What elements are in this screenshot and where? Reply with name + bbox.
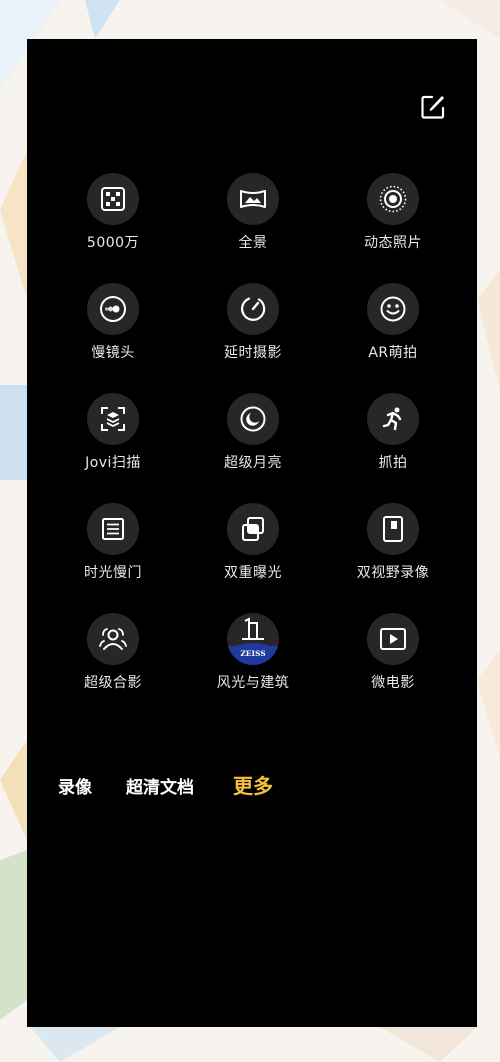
smile-icon xyxy=(380,296,406,322)
running-icon xyxy=(382,407,402,431)
double-exposure-icon xyxy=(242,517,264,541)
mode-group-photo-button[interactable] xyxy=(87,613,139,665)
mode-landscape-architecture-button[interactable]: ZEISS xyxy=(227,613,279,665)
mode-snapshot[interactable]: 抓拍 xyxy=(323,393,463,472)
tab-more[interactable]: 更多 xyxy=(233,770,273,799)
slow-motion-icon xyxy=(100,296,126,322)
tab-video[interactable]: 录像 xyxy=(58,773,92,798)
moon-icon xyxy=(240,406,266,432)
mode-snapshot-button[interactable] xyxy=(367,393,419,445)
mode-light-shutter-button[interactable] xyxy=(87,503,139,555)
mode-live-photo-button[interactable] xyxy=(367,173,419,225)
mode-super-moon-button[interactable] xyxy=(227,393,279,445)
edit-icon xyxy=(421,95,445,119)
mode-label: 超级月亮 xyxy=(224,455,282,471)
mode-dual-view-button[interactable] xyxy=(367,503,419,555)
mode-jovi-scan-button[interactable] xyxy=(87,393,139,445)
mode-panorama[interactable]: 全景 xyxy=(183,173,323,252)
mode-double-exposure[interactable]: 双重曝光 xyxy=(183,503,323,582)
mode-label: 双视野录像 xyxy=(356,565,430,581)
mode-label: 抓拍 xyxy=(378,455,408,471)
group-icon xyxy=(99,628,127,650)
mode-double-exposure-button[interactable] xyxy=(227,503,279,555)
panorama-icon xyxy=(240,190,266,208)
zeiss-building-icon: ZEISS xyxy=(227,617,279,665)
mode-ar-cute-button[interactable] xyxy=(367,283,419,335)
mode-label: 延时摄影 xyxy=(224,345,282,361)
mode-slow-motion[interactable]: 慢镜头 xyxy=(43,283,183,362)
play-icon xyxy=(380,628,406,650)
mode-label: 慢镜头 xyxy=(91,345,135,361)
mode-label: AR萌拍 xyxy=(368,345,418,361)
camera-more-modes-panel: 5000万 全景 动态照片 慢镜头 延时摄影 AR萌拍 Jovi扫描 超级月亮 … xyxy=(27,39,477,1027)
mode-50mp[interactable]: 5000万 xyxy=(43,173,183,252)
mode-jovi-scan[interactable]: Jovi扫描 xyxy=(43,393,183,472)
mode-micro-film-button[interactable] xyxy=(367,613,419,665)
mode-slow-motion-button[interactable] xyxy=(87,283,139,335)
mode-light-shutter[interactable]: 时光慢门 xyxy=(43,503,183,582)
edit-button[interactable] xyxy=(419,93,447,121)
mode-dual-view[interactable]: 双视野录像 xyxy=(323,503,463,582)
mode-label: 微电影 xyxy=(371,675,415,691)
scan-icon xyxy=(101,407,125,431)
mode-label: 风光与建筑 xyxy=(216,675,290,691)
mode-group-photo[interactable]: 超级合影 xyxy=(43,613,183,692)
mode-timelapse-button[interactable] xyxy=(227,283,279,335)
dice-icon xyxy=(101,187,125,211)
mode-live-photo[interactable]: 动态照片 xyxy=(323,173,463,252)
mode-ar-cute[interactable]: AR萌拍 xyxy=(323,283,463,362)
shutter-icon xyxy=(102,518,124,540)
zeiss-badge-text: ZEISS xyxy=(240,649,265,658)
mode-timelapse[interactable]: 延时摄影 xyxy=(183,283,323,362)
mode-label: 全景 xyxy=(238,235,268,251)
mode-label: 动态照片 xyxy=(364,235,422,251)
mode-label: 时光慢门 xyxy=(84,565,142,581)
mode-50mp-button[interactable] xyxy=(87,173,139,225)
mode-panorama-button[interactable] xyxy=(227,173,279,225)
mode-label: Jovi扫描 xyxy=(85,455,141,471)
timelapse-icon xyxy=(241,297,266,321)
mode-landscape-architecture[interactable]: ZEISS 风光与建筑 xyxy=(183,613,323,692)
mode-super-moon[interactable]: 超级月亮 xyxy=(183,393,323,472)
mode-micro-film[interactable]: 微电影 xyxy=(323,613,463,692)
live-photo-icon xyxy=(379,185,407,213)
tab-hd-document[interactable]: 超清文档 xyxy=(126,773,194,798)
mode-label: 双重曝光 xyxy=(224,565,282,581)
mode-label: 5000万 xyxy=(86,235,140,251)
camera-mode-tabs: 录像 超清文档 更多 xyxy=(27,773,477,803)
mode-label: 超级合影 xyxy=(84,675,142,691)
dual-view-icon xyxy=(383,516,403,542)
